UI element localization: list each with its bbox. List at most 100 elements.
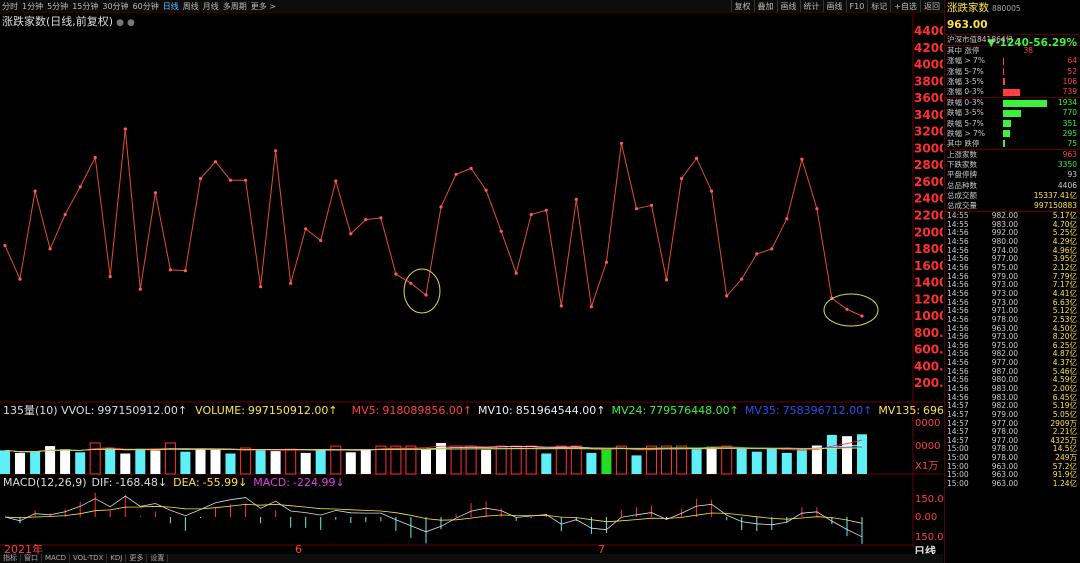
volume-bar xyxy=(721,445,733,475)
last-price: 963.00 xyxy=(947,19,988,31)
mv35-label: MV35: xyxy=(745,404,780,417)
volume-bar xyxy=(0,450,10,474)
mv24-value: 779576448.00↑ xyxy=(649,404,739,417)
breadth-stats: 上涨家数 963 下跌家数 3350 平盘停牌 93 总品种数 4406 总成交额 15337.4… xyxy=(945,149,1080,211)
y-tick-label: 3000 xyxy=(914,141,943,155)
breadth-label: 其中 涨停 xyxy=(947,46,980,56)
data-point xyxy=(424,293,428,297)
volume-bar xyxy=(135,448,146,474)
breadth-bar xyxy=(1003,57,1047,65)
volume-bar xyxy=(270,451,281,474)
macd-histogram xyxy=(4,493,863,544)
stat-value: 3350 xyxy=(1057,160,1077,170)
volume-bar xyxy=(555,445,567,475)
indicator-bar: 指标 窗口 MACD VOL-TDX KDJ 更多 设置 xyxy=(0,554,943,563)
volume-bar xyxy=(781,452,792,474)
data-point xyxy=(364,218,368,222)
mv35-value: 758396712.00↑ xyxy=(783,404,873,417)
volume-legend: 135量(10) VVOL: 997150912.00↑ VOLUME: 997150… xyxy=(3,404,943,417)
dif-value: -168.48↓ xyxy=(115,476,167,489)
stat-value: 15337.41亿 xyxy=(1033,190,1077,200)
stat-row: 平盘停牌 93 xyxy=(945,170,1080,180)
indicator-tab[interactable]: 设置 xyxy=(147,554,169,562)
volume-bar xyxy=(465,445,477,475)
breadth-count: 64 xyxy=(1067,56,1077,66)
vol-axis-tick: 0000 xyxy=(915,418,940,429)
y-tick-label: 3600 xyxy=(914,91,943,105)
data-point xyxy=(589,305,594,309)
data-point xyxy=(664,278,669,282)
indicator-tab[interactable]: 更多 xyxy=(126,554,148,562)
y-tick-label: 200.0 xyxy=(914,376,943,390)
y-tick-label: 4200 xyxy=(914,41,943,55)
y-tick-label: 600.0 xyxy=(914,343,943,357)
series-polyline xyxy=(4,128,863,317)
indicator-tab[interactable]: 窗口 xyxy=(21,554,42,562)
volume-bar xyxy=(180,451,191,474)
dea-line xyxy=(4,503,863,524)
y-tick-label: 1000 xyxy=(914,309,943,323)
data-point xyxy=(529,212,533,217)
volume-bar xyxy=(495,445,507,475)
vol-title: 135量(10) VVOL: xyxy=(3,404,94,417)
stat-row: 下跌家数 3350 xyxy=(945,160,1080,170)
y-tick-label: 1200 xyxy=(914,292,943,306)
highlight-circle xyxy=(823,293,879,327)
macd-legend: MACD(12,26,9) DIF: -168.48↓ DEA: -55.99↓ MACD… xyxy=(3,476,345,489)
breadth-count: 770 xyxy=(1062,108,1077,118)
tick-row: 15:00 963.00 1.24亿 xyxy=(945,479,1080,489)
data-point xyxy=(213,160,218,164)
data-point xyxy=(634,207,639,211)
y-tick-label: 2400 xyxy=(914,192,943,206)
y-tick-label: 1800 xyxy=(914,242,943,256)
data-point xyxy=(3,244,7,248)
stat-label: 上涨家数 xyxy=(947,150,977,160)
data-point xyxy=(18,277,22,281)
stat-value: 997150883 xyxy=(1034,201,1077,210)
data-point xyxy=(394,272,398,276)
market-cap-value: 841864亿 xyxy=(977,35,1014,44)
indicator-tab[interactable]: VOL-TDX xyxy=(69,554,108,562)
data-point xyxy=(815,207,819,211)
volume-bar xyxy=(751,451,762,474)
data-point xyxy=(334,179,338,183)
dea-label: DEA: xyxy=(173,476,199,489)
y-tick-label: 800.0 xyxy=(914,326,943,340)
volume-bar xyxy=(706,446,717,474)
data-point xyxy=(168,268,172,272)
data-point xyxy=(379,216,383,220)
breadth-bar xyxy=(1003,120,1047,128)
stat-row: 总品种数 4406 xyxy=(945,181,1080,191)
data-point xyxy=(93,155,97,160)
breadth-label: 涨幅 > 7% xyxy=(947,56,985,66)
breadth-row: 跌幅 > 7% 295 xyxy=(945,129,1080,139)
volume-bar xyxy=(240,447,252,475)
indicator-tab[interactable]: KDJ xyxy=(107,554,127,562)
y-tick-label: 1400 xyxy=(914,276,943,290)
volume-bar xyxy=(541,453,552,474)
volume-bar xyxy=(586,452,597,474)
chart-area[interactable]: 4400 4200 4000 3800 3600 3400 3200 3000 2800 2600… xyxy=(0,0,943,554)
stat-label: 总成交量 xyxy=(947,201,977,210)
data-point xyxy=(845,307,849,311)
volume-bar xyxy=(450,445,462,475)
indicator-tab[interactable]: MACD xyxy=(42,554,70,562)
breadth-count: 351 xyxy=(1062,118,1077,128)
y-tick-label: 2600 xyxy=(914,175,943,189)
volume-bar xyxy=(60,449,71,474)
time-month-label: 6 xyxy=(295,543,302,554)
data-point xyxy=(499,229,503,233)
data-point xyxy=(725,294,729,298)
stat-label: 平盘停牌 xyxy=(947,170,977,180)
mv10-value: 851964544.00↑ xyxy=(516,404,606,417)
indicator-tab[interactable]: 指标 xyxy=(0,554,21,562)
decline-breakdown: 跌幅 0-3% 1934 跌幅 3-5% 770 跌幅 5-7% 351 跌幅 > 7% 29… xyxy=(945,97,1080,149)
breadth-row: 跌幅 3-5% 770 xyxy=(945,108,1080,118)
data-point xyxy=(108,275,112,279)
stat-row: 上涨家数 963 xyxy=(945,150,1080,160)
tick-list[interactable]: 14:55 982.00 5.17亿 14:55 983.00 4.70亿 14:56 992… xyxy=(945,211,1080,489)
volume-bar xyxy=(255,449,266,474)
series-line xyxy=(3,127,864,318)
breadth-bar xyxy=(1003,88,1047,96)
mv135-label: MV135: xyxy=(878,404,920,417)
